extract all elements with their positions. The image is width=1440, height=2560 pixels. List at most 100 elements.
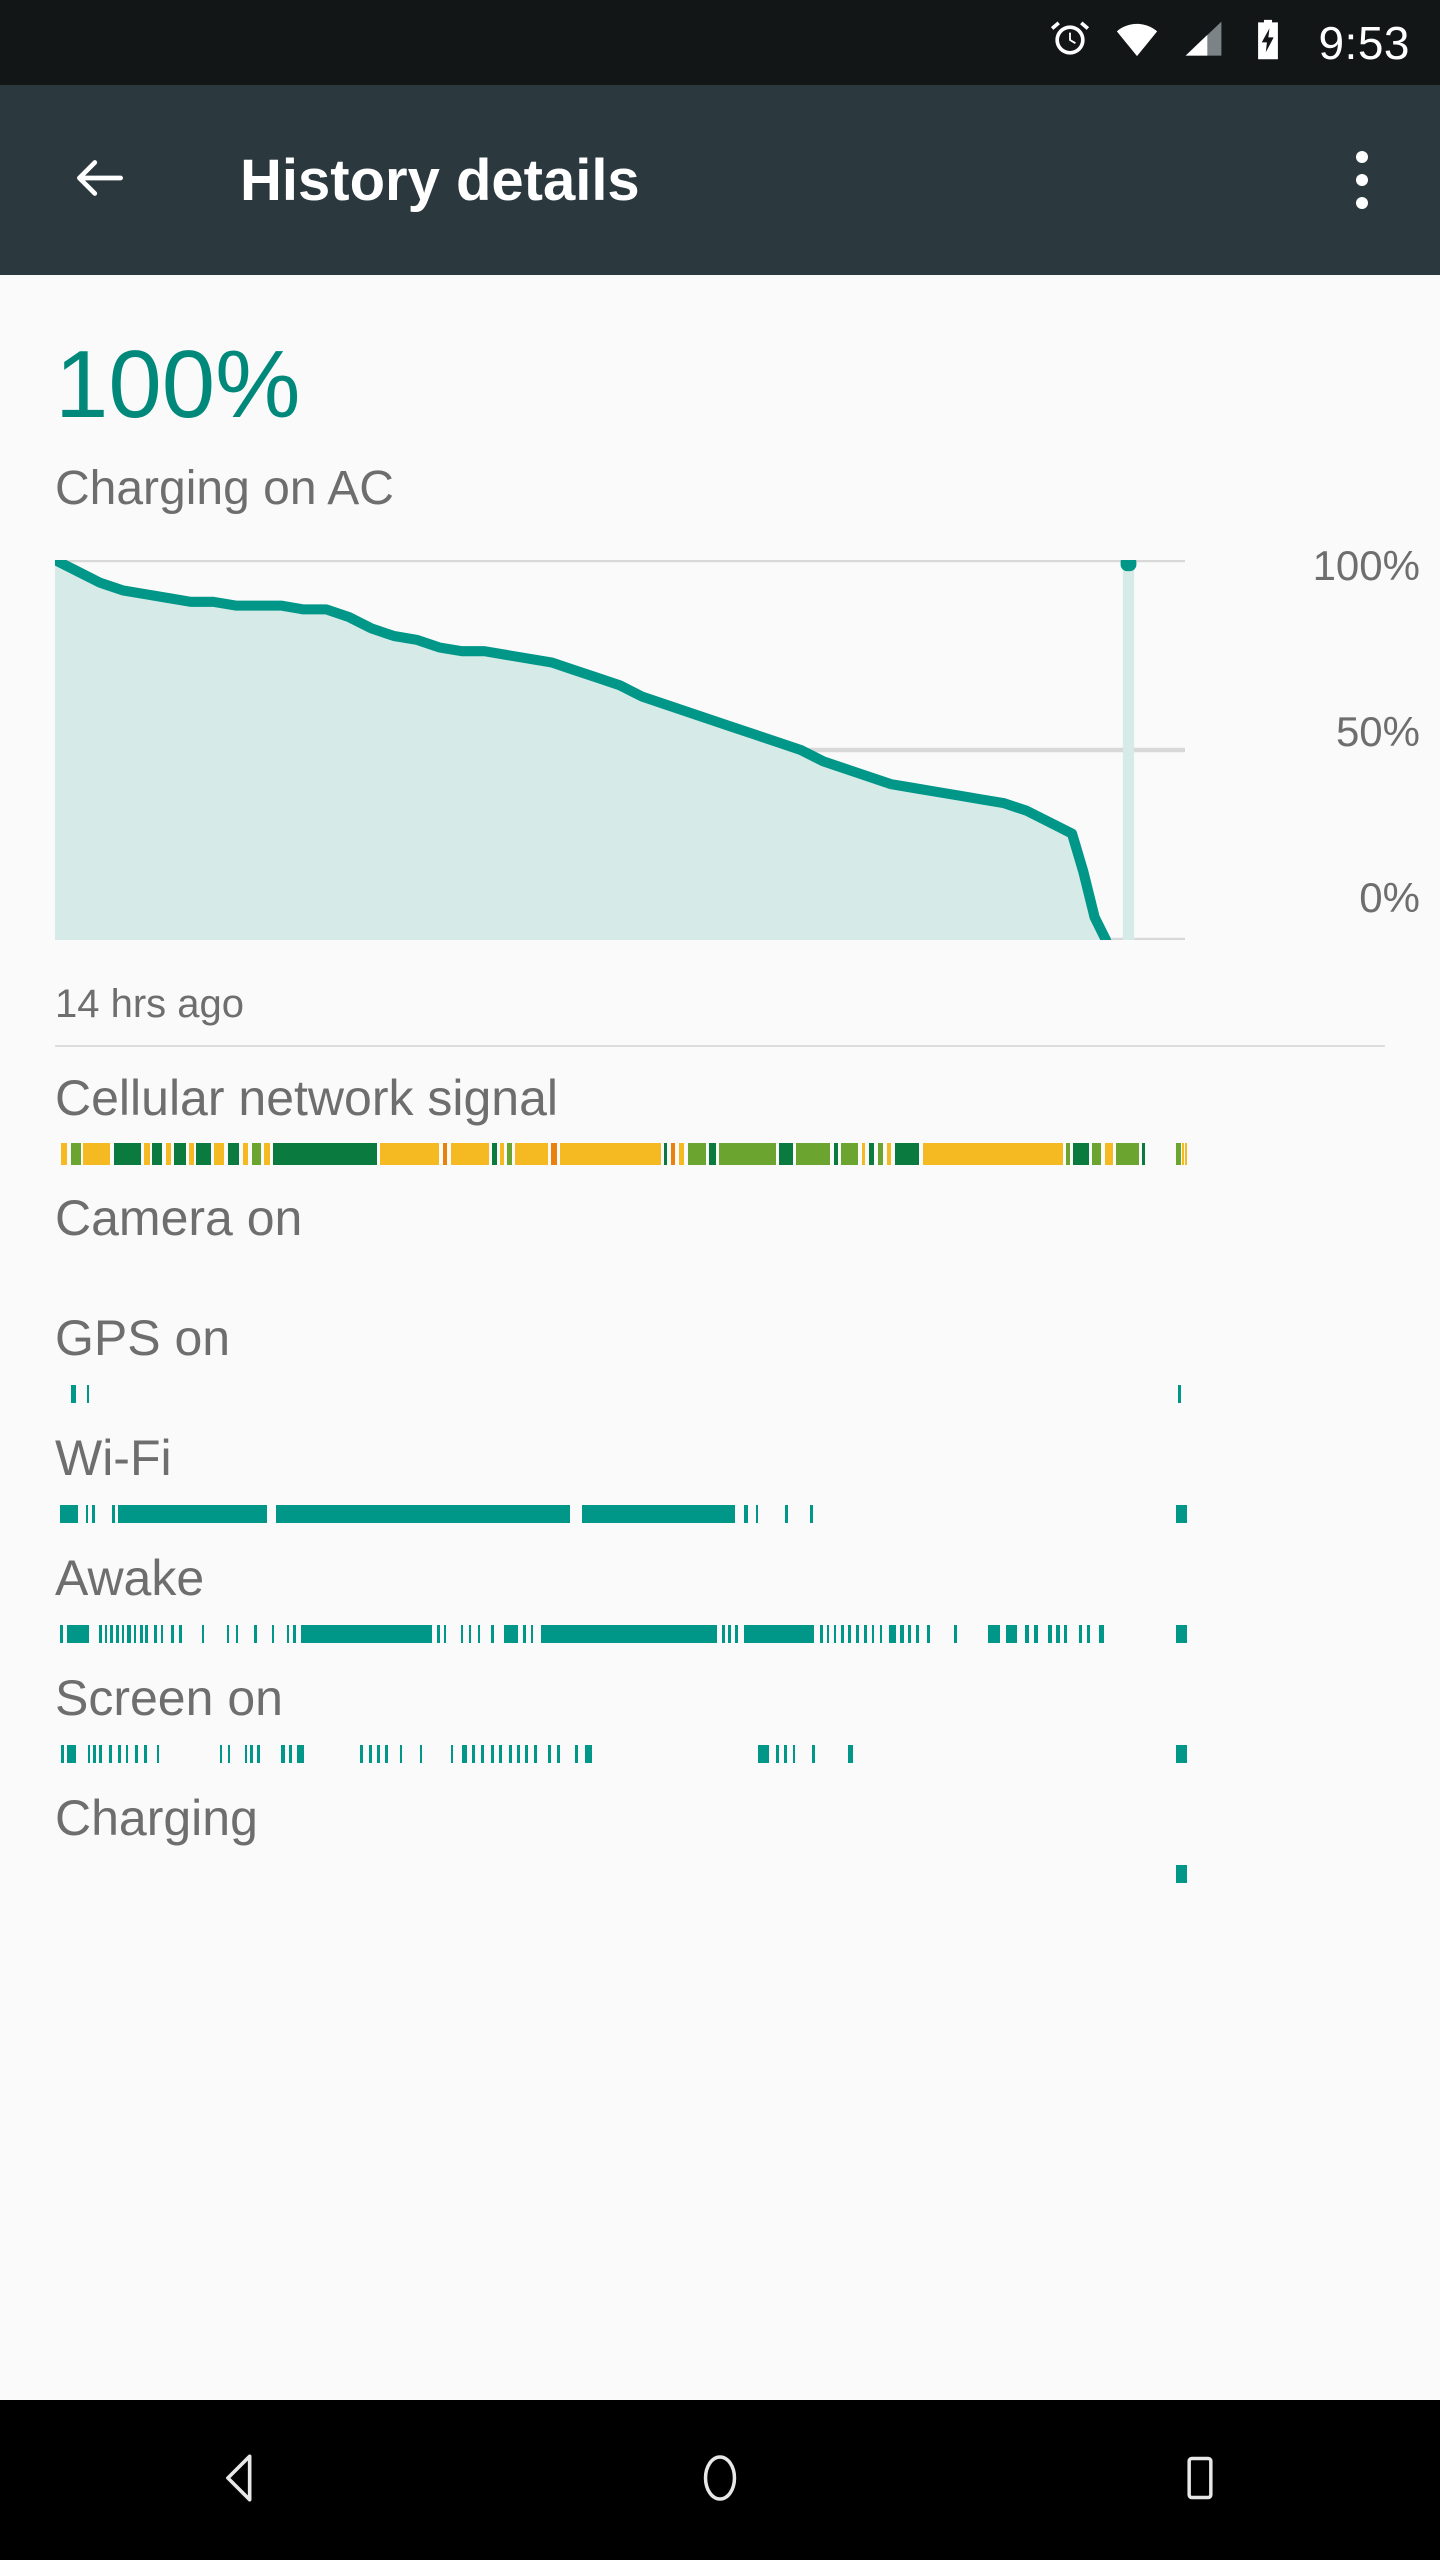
timeline-now-marker	[1176, 1143, 1187, 1165]
timeline-segment	[286, 1625, 290, 1643]
timeline-segment	[144, 1143, 150, 1165]
timeline-segment	[60, 1143, 68, 1165]
timeline-segment	[70, 1385, 76, 1403]
timeline-segment	[281, 1745, 285, 1763]
battery-chart-svg	[55, 560, 1185, 940]
timeline-segment	[1056, 1625, 1060, 1643]
timeline-segment	[399, 1745, 403, 1763]
timeline-segment	[156, 1745, 159, 1763]
timeline-segment	[784, 1505, 789, 1523]
timeline-segment	[841, 1143, 859, 1165]
nav-home-button[interactable]	[660, 2420, 780, 2540]
timeline-now-segment	[1176, 1625, 1187, 1643]
timeline-segment	[93, 1745, 96, 1763]
timeline-segment	[110, 1625, 113, 1643]
timeline-row-label: Awake	[55, 1550, 205, 1606]
nav-back-button[interactable]	[180, 2420, 300, 2540]
timeline-segment	[83, 1143, 111, 1165]
timeline-segment	[560, 1143, 661, 1165]
timeline-segment	[492, 1143, 497, 1165]
timeline-row-label: GPS on	[55, 1310, 231, 1366]
alarm-icon	[1048, 18, 1092, 67]
timeline-segment	[517, 1745, 520, 1763]
timeline-segment	[678, 1143, 685, 1165]
timeline-segment	[276, 1505, 571, 1523]
timeline-segment	[530, 1625, 534, 1643]
timeline-segment	[755, 1505, 759, 1523]
timeline-segment	[273, 1143, 378, 1165]
timeline-segment	[253, 1625, 258, 1643]
timeline-row[interactable]: Charging	[55, 1777, 1440, 1897]
timeline-now-marker	[1176, 1863, 1187, 1885]
timeline-segment	[514, 1143, 548, 1165]
timeline-segment	[360, 1745, 363, 1763]
timeline-segment	[1116, 1143, 1139, 1165]
timeline-segment	[92, 1505, 95, 1523]
timeline-row[interactable]: Awake	[55, 1537, 1440, 1657]
timeline-segment	[419, 1745, 423, 1763]
timeline-segment	[783, 1745, 787, 1763]
timeline-segment	[833, 1143, 839, 1165]
timeline-segment	[227, 1143, 240, 1165]
timeline-segment	[104, 1625, 108, 1643]
timeline-segment	[87, 1745, 91, 1763]
timeline-segment	[775, 1745, 780, 1763]
timeline-segment	[118, 1505, 268, 1523]
timeline-row[interactable]: Cellular network signal	[55, 1057, 1440, 1177]
timeline-segment	[134, 1625, 137, 1643]
timeline-segment	[728, 1625, 731, 1643]
timeline-now-segment	[1178, 1385, 1181, 1403]
timeline-segment	[1078, 1625, 1082, 1643]
timeline-segment	[491, 1745, 494, 1763]
timeline-segment	[219, 1745, 223, 1763]
timeline-segment	[908, 1625, 911, 1643]
timeline-segment	[139, 1625, 143, 1643]
overflow-menu-button[interactable]	[1322, 140, 1402, 220]
timeline-segment	[244, 1745, 248, 1763]
timeline-segment	[670, 1143, 676, 1165]
chart-charging-spike	[1120, 560, 1137, 940]
timeline-segment	[1006, 1625, 1017, 1643]
timeline-segment	[664, 1143, 668, 1165]
timeline-start-label: 14 hrs ago	[55, 982, 245, 1026]
timeline-row[interactable]: GPS on	[55, 1297, 1440, 1417]
timeline-now-marker	[1176, 1743, 1187, 1765]
timeline-row[interactable]: Screen on	[55, 1657, 1440, 1777]
app-bar: History details	[0, 85, 1440, 275]
timeline-segment	[242, 1143, 249, 1165]
timeline-segment	[927, 1625, 930, 1643]
timeline-segment	[99, 1625, 102, 1643]
timeline-segment	[1099, 1625, 1105, 1643]
timeline-segment	[540, 1625, 718, 1643]
timeline-segment	[201, 1625, 205, 1643]
nav-recents-button[interactable]	[1140, 2420, 1260, 2540]
timeline-segment	[796, 1143, 831, 1165]
timeline-segment	[584, 1745, 592, 1763]
timeline-segment	[214, 1143, 225, 1165]
timeline-segment	[1142, 1143, 1146, 1165]
timeline-segment	[152, 1143, 163, 1165]
timeline-segment	[954, 1625, 958, 1643]
timeline-row-label: Screen on	[55, 1670, 283, 1726]
timeline-segment	[877, 1143, 884, 1165]
y-tick-100: 100%	[1312, 542, 1420, 589]
timeline-segment	[179, 1625, 182, 1643]
timeline-segment	[735, 1625, 738, 1643]
timeline-segment	[468, 1625, 472, 1643]
timeline-segment	[154, 1625, 157, 1643]
timeline-segment	[534, 1745, 538, 1763]
timeline-segment	[481, 1745, 484, 1763]
timeline-segment	[161, 1625, 164, 1643]
timeline-now-segment	[1176, 1143, 1181, 1165]
timeline-segment	[235, 1625, 239, 1643]
timeline-segment	[491, 1625, 494, 1643]
timeline-segment	[861, 1143, 866, 1165]
timeline-now-segment	[1176, 1865, 1187, 1883]
timeline-row[interactable]: Wi-Fi	[55, 1417, 1440, 1537]
timeline-segment	[687, 1143, 706, 1165]
timeline-segment	[436, 1625, 440, 1643]
timeline-segment	[67, 1625, 89, 1643]
back-button[interactable]	[60, 140, 140, 220]
timeline-segment	[59, 1625, 63, 1643]
timeline-row[interactable]: Camera on	[55, 1177, 1440, 1297]
